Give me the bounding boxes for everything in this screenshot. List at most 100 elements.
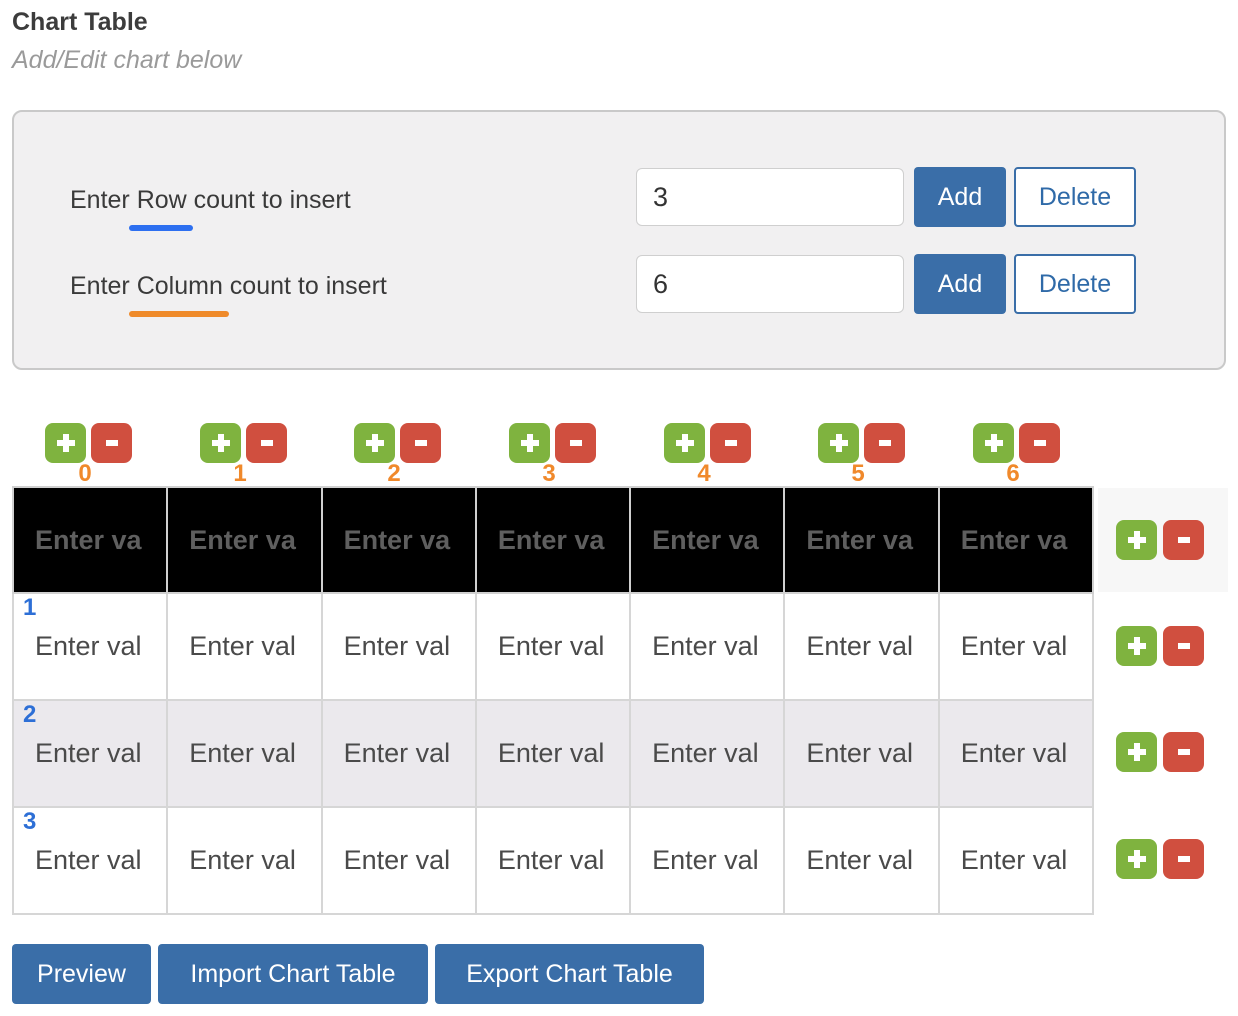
row-count-input[interactable] bbox=[636, 168, 904, 226]
header-cell-placeholder: Enter va bbox=[343, 524, 451, 555]
add-row-1-button[interactable] bbox=[1116, 626, 1157, 666]
remove-column-4-button[interactable] bbox=[710, 423, 751, 463]
header-cell[interactable]: Enter va bbox=[474, 486, 632, 594]
remove-row-1-button[interactable] bbox=[1163, 626, 1204, 666]
plus-icon bbox=[1126, 741, 1148, 763]
plus-icon bbox=[828, 432, 850, 454]
table-cell[interactable]: Enter val bbox=[474, 592, 632, 701]
table-cell[interactable]: Enter val bbox=[320, 592, 477, 701]
header-cell-placeholder: Enter va bbox=[806, 524, 913, 555]
minus-icon bbox=[569, 440, 582, 446]
table-cell[interactable]: Enter val bbox=[320, 699, 477, 808]
column-index-label: 6 bbox=[1006, 460, 1020, 487]
preview-button[interactable]: Preview bbox=[12, 944, 151, 1004]
add-column-6-button[interactable] bbox=[973, 423, 1014, 463]
add-row-3-button[interactable] bbox=[1116, 839, 1157, 879]
table-cell[interactable]: Enter val bbox=[166, 699, 323, 808]
table-cell[interactable]: Enter val bbox=[474, 806, 632, 915]
cell-placeholder: Enter val bbox=[497, 845, 605, 875]
table-cell[interactable]: Enter val bbox=[474, 699, 632, 808]
remove-header-button[interactable] bbox=[1163, 520, 1204, 560]
header-cell-placeholder: Enter va bbox=[189, 524, 296, 555]
add-column-4-button[interactable] bbox=[664, 423, 705, 463]
table-cell[interactable]: Enter val bbox=[320, 806, 477, 915]
plus-icon bbox=[55, 432, 77, 454]
header-cell[interactable]: Enter va bbox=[783, 486, 940, 594]
export-chart-table-button[interactable]: Export Chart Table bbox=[435, 944, 704, 1004]
header-cell-placeholder: Enter va bbox=[35, 524, 142, 555]
table-cell[interactable]: Enter val bbox=[629, 699, 786, 808]
cell-placeholder: Enter val bbox=[343, 631, 451, 661]
cell-placeholder: Enter val bbox=[652, 845, 759, 875]
cell-placeholder: Enter val bbox=[497, 631, 605, 661]
add-column-0-button[interactable] bbox=[45, 423, 86, 463]
add-column-5-button[interactable] bbox=[818, 423, 859, 463]
plus-icon bbox=[1126, 529, 1148, 551]
header-cell[interactable]: Enter va bbox=[11, 486, 169, 594]
cell-placeholder: Enter val bbox=[189, 738, 296, 768]
column-count-input[interactable] bbox=[636, 255, 904, 313]
minus-icon bbox=[414, 440, 427, 446]
add-row-2-button[interactable] bbox=[1116, 732, 1157, 772]
table-cell[interactable]: 2 Enter val bbox=[11, 699, 169, 808]
delete-row-button[interactable]: Delete bbox=[1014, 167, 1136, 227]
header-cell[interactable]: Enter va bbox=[937, 486, 1095, 594]
table-cell[interactable]: Enter val bbox=[166, 806, 323, 915]
table-cell[interactable]: Enter val bbox=[783, 592, 940, 701]
add-row-button[interactable]: Add bbox=[914, 167, 1006, 227]
column-index-label: 2 bbox=[387, 460, 401, 487]
remove-column-0-button[interactable] bbox=[91, 423, 132, 463]
remove-column-6-button[interactable] bbox=[1019, 423, 1060, 463]
remove-row-3-button[interactable] bbox=[1163, 839, 1204, 879]
table-cell[interactable]: Enter val bbox=[783, 699, 940, 808]
table-cell[interactable]: Enter val bbox=[629, 806, 786, 915]
header-cell[interactable]: Enter va bbox=[320, 486, 477, 594]
remove-column-5-button[interactable] bbox=[864, 423, 905, 463]
table-cell[interactable]: Enter val bbox=[166, 592, 323, 701]
add-header-button[interactable] bbox=[1116, 520, 1157, 560]
table-cell[interactable]: 3 Enter val bbox=[11, 806, 169, 915]
remove-row-2-button[interactable] bbox=[1163, 732, 1204, 772]
plus-icon bbox=[1126, 848, 1148, 870]
table-cell[interactable]: Enter val bbox=[937, 699, 1095, 808]
table-cell[interactable]: Enter val bbox=[937, 592, 1095, 701]
table-cell[interactable]: Enter val bbox=[783, 806, 940, 915]
delete-column-button[interactable]: Delete bbox=[1014, 254, 1136, 314]
page-subtitle: Add/Edit chart below bbox=[12, 46, 242, 74]
minus-icon bbox=[260, 440, 273, 446]
table-cell[interactable]: Enter val bbox=[937, 806, 1095, 915]
column-index-label: 0 bbox=[78, 460, 92, 487]
add-column-2-button[interactable] bbox=[354, 423, 395, 463]
remove-column-1-button[interactable] bbox=[246, 423, 287, 463]
add-column-button[interactable]: Add bbox=[914, 254, 1006, 314]
header-cell[interactable]: Enter va bbox=[166, 486, 323, 594]
cell-placeholder: Enter val bbox=[652, 738, 759, 768]
add-column-1-button[interactable] bbox=[200, 423, 241, 463]
table-cell[interactable]: 1 Enter val bbox=[11, 592, 169, 701]
minus-icon bbox=[878, 440, 891, 446]
plus-icon bbox=[1126, 635, 1148, 657]
cell-placeholder: Enter val bbox=[960, 845, 1068, 875]
minus-icon bbox=[1033, 440, 1046, 446]
table-cell[interactable]: Enter val bbox=[629, 592, 786, 701]
remove-column-3-button[interactable] bbox=[555, 423, 596, 463]
header-cell[interactable]: Enter va bbox=[629, 486, 786, 594]
column-index-label: 3 bbox=[542, 460, 556, 487]
insert-controls-panel: Enter Row count to insert Add Delete Ent… bbox=[12, 110, 1226, 370]
import-chart-table-button[interactable]: Import Chart Table bbox=[158, 944, 428, 1004]
column-highlight: Column bbox=[128, 272, 230, 317]
cell-placeholder: Enter val bbox=[35, 738, 142, 768]
column-count-label: Enter Column count to insert bbox=[70, 272, 387, 317]
plus-icon bbox=[364, 432, 386, 454]
row-count-label: Enter Row count to insert bbox=[70, 186, 351, 231]
add-column-3-button[interactable] bbox=[509, 423, 550, 463]
cell-placeholder: Enter val bbox=[652, 631, 759, 661]
cell-placeholder: Enter val bbox=[343, 738, 451, 768]
remove-column-2-button[interactable] bbox=[400, 423, 441, 463]
plus-icon bbox=[983, 432, 1005, 454]
cell-placeholder: Enter val bbox=[960, 738, 1068, 768]
chart-table: Enter va Enter va Enter va Enter va Enter va… bbox=[11, 486, 1095, 915]
plus-icon bbox=[674, 432, 696, 454]
plus-icon bbox=[519, 432, 541, 454]
column-index-label: 1 bbox=[233, 460, 247, 487]
